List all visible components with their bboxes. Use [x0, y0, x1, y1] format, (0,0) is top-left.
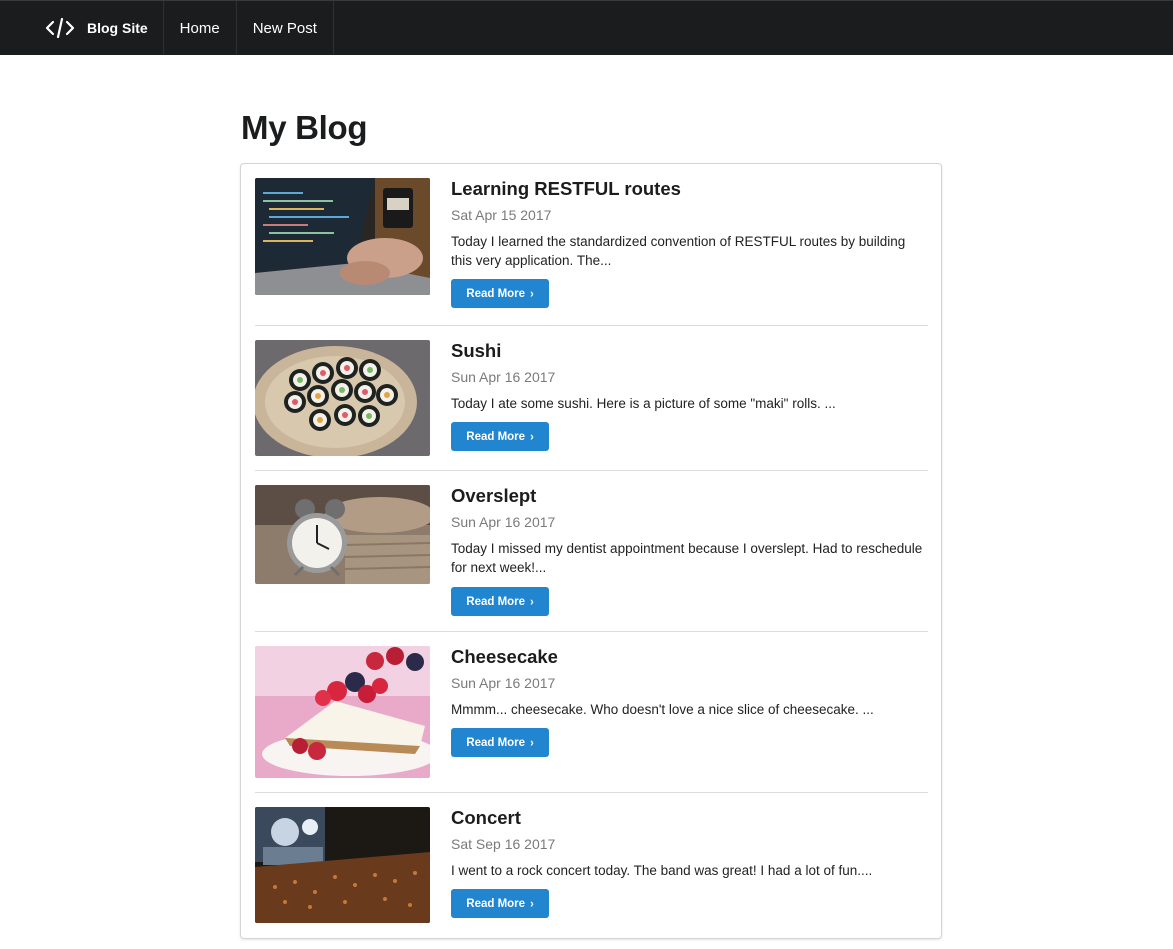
nav-new-post[interactable]: New Post — [237, 1, 334, 55]
post-excerpt: Today I ate some sushi. Here is a pictur… — [451, 396, 836, 411]
read-more-label: Read More — [466, 736, 526, 749]
read-more-button[interactable]: Read More › — [451, 587, 549, 616]
post-content: Concert Sat Sep 16 2017 I went to a rock… — [451, 807, 928, 880]
post-image-sushi[interactable] — [255, 340, 430, 456]
post-content: Learning RESTFUL routes Sat Apr 15 2017 … — [451, 178, 928, 270]
post-image-concert[interactable] — [255, 807, 430, 923]
post-date: Sat Apr 15 2017 — [451, 207, 552, 223]
post-list: Learning RESTFUL routes Sat Apr 15 2017 … — [240, 163, 942, 939]
post-image-cheesecake[interactable] — [255, 646, 430, 778]
item-divider — [255, 792, 928, 793]
chevron-right-icon: › — [530, 286, 534, 301]
read-more-label: Read More — [466, 595, 526, 608]
post-date: Sun Apr 16 2017 — [451, 369, 556, 385]
post-title[interactable]: Learning RESTFUL routes — [451, 178, 928, 200]
post-content: Sushi Sun Apr 16 2017 Today I ate some s… — [451, 340, 928, 413]
page-title: My Blog — [241, 109, 368, 146]
post-title[interactable]: Cheesecake — [451, 646, 928, 668]
read-more-label: Read More — [466, 430, 526, 443]
read-more-label: Read More — [466, 897, 526, 910]
post-title[interactable]: Overslept — [451, 485, 928, 507]
brand-label: Blog Site — [87, 20, 148, 36]
read-more-label: Read More — [466, 287, 526, 300]
post-date: Sun Apr 16 2017 — [451, 675, 556, 691]
chevron-right-icon: › — [530, 594, 534, 609]
read-more-button[interactable]: Read More › — [451, 422, 549, 451]
post-image-laptop[interactable] — [255, 178, 430, 295]
post-excerpt: Today I learned the standardized convent… — [451, 234, 906, 268]
code-icon — [45, 18, 75, 38]
item-divider — [255, 325, 928, 326]
post-excerpt: Mmmm... cheesecake. Who doesn't love a n… — [451, 702, 874, 717]
chevron-right-icon: › — [530, 429, 534, 444]
post-image-alarm-clock[interactable] — [255, 485, 430, 584]
chevron-right-icon: › — [530, 896, 534, 911]
post-excerpt: Today I missed my dentist appointment be… — [451, 541, 923, 575]
read-more-button[interactable]: Read More › — [451, 279, 549, 308]
read-more-button[interactable]: Read More › — [451, 889, 549, 918]
brand-link[interactable]: Blog Site — [0, 1, 164, 55]
post-title[interactable]: Concert — [451, 807, 928, 829]
top-menu: Blog Site Home New Post — [0, 0, 1173, 55]
post-title[interactable]: Sushi — [451, 340, 928, 362]
post-content: Cheesecake Sun Apr 16 2017 Mmmm... chees… — [451, 646, 928, 719]
post-content: Overslept Sun Apr 16 2017 Today I missed… — [451, 485, 928, 577]
chevron-right-icon: › — [530, 735, 534, 750]
post-date: Sat Sep 16 2017 — [451, 836, 556, 852]
read-more-button[interactable]: Read More › — [451, 728, 549, 757]
post-date: Sun Apr 16 2017 — [451, 514, 556, 530]
item-divider — [255, 470, 928, 471]
item-divider — [255, 631, 928, 632]
post-excerpt: I went to a rock concert today. The band… — [451, 863, 873, 878]
nav-home[interactable]: Home — [164, 1, 237, 55]
